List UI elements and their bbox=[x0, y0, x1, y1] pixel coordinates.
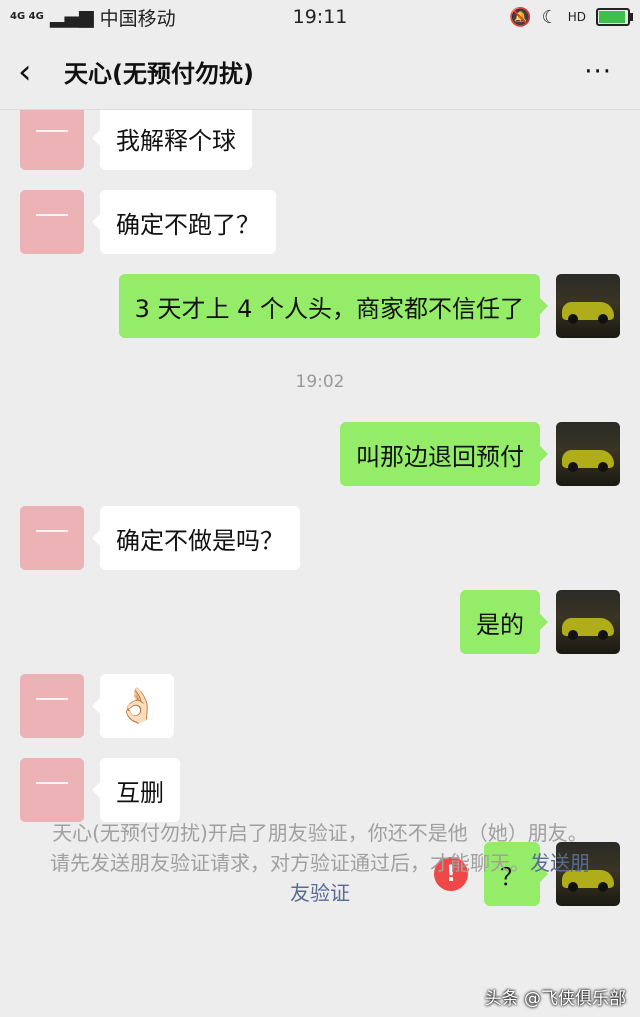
my-avatar[interactable] bbox=[556, 422, 620, 486]
message-timestamp: 19:02 bbox=[295, 372, 345, 392]
contact-avatar[interactable] bbox=[20, 506, 84, 570]
my-avatar[interactable] bbox=[556, 590, 620, 654]
message-incoming: 互删 bbox=[20, 758, 180, 822]
message-bubble[interactable]: 互删 bbox=[92, 758, 180, 822]
message-incoming: 确定不做是吗？ bbox=[20, 506, 300, 570]
contact-avatar[interactable] bbox=[20, 674, 84, 738]
contact-avatar[interactable] bbox=[20, 758, 84, 822]
message-incoming: 确定不跑了？ bbox=[20, 190, 276, 254]
status-bar: 4G 4G ▂▄▆ 中国移动 19:11 🔕 ☾ HD bbox=[0, 0, 640, 34]
message-outgoing: 叫那边退回预付 bbox=[340, 422, 620, 486]
battery-icon bbox=[596, 8, 633, 26]
message-outgoing: 3 天才上 4 个人头，商家都不信任了 bbox=[118, 274, 620, 338]
ok-hand-emoji[interactable]: 👌🏻 bbox=[91, 674, 175, 738]
contact-avatar[interactable] bbox=[20, 190, 84, 254]
message-bubble[interactable]: 我解释个球 bbox=[92, 110, 252, 170]
message-bubble[interactable]: 确定不做是吗？ bbox=[92, 506, 300, 570]
chevron-left-icon[interactable]: ‹ bbox=[18, 52, 58, 92]
more-icon[interactable]: ··· bbox=[584, 57, 612, 87]
network-indicator: 4G 4G bbox=[10, 11, 44, 22]
signal-icon: ▂▄▆ bbox=[49, 6, 94, 28]
message-bubble[interactable]: 确定不跑了？ bbox=[92, 190, 276, 254]
bell-muted-icon: 🔕 bbox=[509, 6, 532, 28]
status-left: 4G 4G ▂▄▆ 中国移动 bbox=[10, 4, 176, 31]
contact-avatar[interactable] bbox=[20, 110, 84, 170]
carrier-name: 中国移动 bbox=[99, 7, 176, 30]
message-bubble[interactable]: 叫那边退回预付 bbox=[340, 422, 548, 486]
status-time: 19:11 bbox=[292, 6, 348, 28]
hd-label: HD bbox=[567, 10, 586, 24]
watermark: 头条 @飞侠俱乐部 bbox=[484, 989, 626, 1009]
message-incoming: 👌🏻 bbox=[20, 674, 175, 738]
message-outgoing: 是的 bbox=[460, 590, 620, 654]
chat-header: ‹ 天心(无预付勿扰) ··· bbox=[0, 34, 640, 110]
chat-title: 天心(无预付勿扰) bbox=[64, 60, 254, 88]
hd-call-icon: HD bbox=[568, 10, 586, 24]
message-incoming: 我解释个球 bbox=[20, 110, 252, 170]
my-avatar[interactable] bbox=[556, 274, 620, 338]
message-bubble[interactable]: 3 天才上 4 个人头，商家都不信任了 bbox=[118, 274, 549, 338]
status-right: 🔕 ☾ HD bbox=[509, 6, 633, 28]
notice-text: 天心(无预付勿扰)开启了朋友验证，你还不是他（她）朋友。请先发送朋友验证请求，对… bbox=[50, 821, 588, 875]
message-bubble[interactable]: 是的 bbox=[460, 590, 548, 654]
moon-icon: ☾ bbox=[541, 6, 558, 28]
friend-verification-notice: 天心(无预付勿扰)开启了朋友验证，你还不是他（她）朋友。请先发送朋友验证请求，对… bbox=[0, 818, 640, 908]
